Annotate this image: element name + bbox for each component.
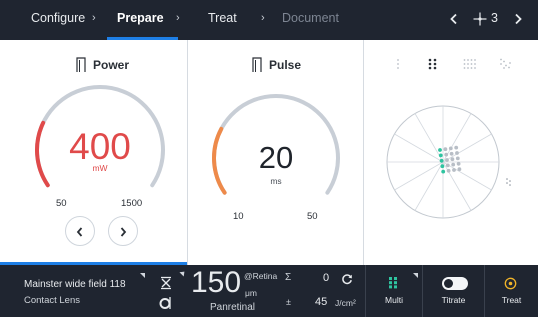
power-increment-button[interactable]: [108, 216, 138, 246]
direction-indicator-icon: [506, 178, 511, 186]
spot-size-icon: [161, 276, 171, 290]
nav-separator: ›: [176, 12, 180, 24]
titrate-label: Titrate: [441, 295, 466, 305]
laser-spot: [438, 148, 442, 152]
laser-spot: [439, 158, 444, 163]
laser-spot: [455, 156, 460, 161]
nav-step-prepare[interactable]: Prepare: [117, 0, 164, 37]
laser-spot: [448, 146, 453, 151]
multi-dot: [389, 285, 392, 289]
treatment-mode-label: Panretinal: [210, 302, 256, 313]
laser-spot: [454, 145, 459, 150]
laser-spot: [451, 162, 456, 167]
laser-spot: [438, 153, 443, 158]
multi-label: Multi: [385, 295, 403, 305]
lens-title: Mainster wide field 118: [24, 279, 126, 290]
pattern-panel[interactable]: [364, 40, 538, 265]
chevron-right-icon: [120, 227, 127, 237]
laser-spot: [450, 157, 455, 162]
nav-step-document[interactable]: Document: [282, 0, 339, 37]
multi-dot: [394, 285, 397, 289]
titrate-toggle[interactable]: Titrate: [423, 265, 484, 317]
laser-spot: [456, 161, 461, 166]
pulse-max-label: 50: [307, 211, 318, 222]
pulse-panel[interactable]: Pulse 20 ms 10 50: [188, 40, 363, 265]
titrate-switch-knob: [444, 279, 453, 288]
laser-spot: [446, 168, 451, 173]
laser-spot: [452, 168, 456, 172]
sum-symbol: Σ: [285, 272, 292, 283]
nav-separator: ›: [261, 12, 265, 24]
top-navigation-bar: Configure › Prepare › Treat › Document 3: [0, 0, 538, 40]
lens-subtitle: Contact Lens: [24, 295, 80, 306]
shot-count: 0: [323, 272, 330, 284]
crosshair-icon: [471, 0, 489, 37]
nav-step-treat[interactable]: Treat: [208, 0, 237, 37]
retina-target-icon[interactable]: [364, 40, 538, 265]
chevron-left-icon[interactable]: [446, 0, 462, 37]
pulse-unit: ms: [270, 176, 282, 186]
power-panel[interactable]: Power 400 mW 50 1500: [0, 40, 187, 265]
reset-icon[interactable]: [341, 273, 353, 285]
power-max-label: 1500: [121, 198, 143, 209]
chevron-right-icon[interactable]: [510, 0, 526, 37]
power-unit: mW: [92, 163, 108, 173]
laser-spot: [455, 151, 459, 155]
multi-menu-indicator: [413, 273, 418, 278]
power-value: 400: [69, 126, 131, 167]
laser-spot: [444, 152, 449, 157]
chevron-left-icon: [76, 227, 83, 237]
titrate-switch-track[interactable]: [442, 277, 468, 290]
multi-grid-icon: [389, 277, 397, 289]
laser-spot: [445, 163, 450, 168]
laser-spot: [440, 164, 445, 169]
position-value: 3: [491, 11, 498, 25]
power-decrement-button[interactable]: [65, 216, 95, 246]
nav-separator: ›: [92, 12, 96, 24]
spot-size-unit: μm: [245, 288, 257, 298]
spot-size-reference: @Retina: [244, 271, 278, 281]
spot-size-control[interactable]: 150 @Retina μm Panretinal: [150, 265, 280, 317]
treatment-counters: Σ 0 ± 45 J/cm²: [280, 265, 365, 317]
treat-label: Treat: [501, 295, 522, 305]
laser-spot: [445, 158, 449, 162]
pulse-min-label: 10: [233, 211, 244, 222]
energy-symbol: ±: [286, 297, 291, 307]
spot-size-indicator: [179, 269, 187, 277]
multi-dot: [389, 277, 392, 280]
laser-spot: [443, 147, 448, 152]
lens-selector[interactable]: Mainster wide field 118 Contact Lens: [0, 265, 150, 317]
lens-menu-indicator: [140, 273, 145, 278]
energy-unit: J/cm²: [335, 298, 356, 308]
multi-dot: [389, 281, 392, 285]
multi-dot: [394, 281, 397, 285]
multi-button[interactable]: Multi: [366, 265, 422, 317]
bottom-status-bar: Mainster wide field 118 Contact Lens 150…: [0, 265, 538, 317]
spot-size-value: 150: [191, 266, 242, 299]
nav-step-configure[interactable]: Configure: [31, 0, 85, 37]
treat-target-icon: [504, 277, 517, 290]
multi-dot: [394, 277, 397, 280]
pulse-value: 20: [258, 140, 294, 175]
treat-button[interactable]: Treat: [485, 265, 538, 317]
laser-spot: [449, 151, 454, 156]
spot-ring-icon: [159, 297, 171, 309]
energy-value: 45: [315, 296, 328, 308]
laser-spot: [457, 167, 462, 172]
power-min-label: 50: [56, 198, 67, 209]
spot-pattern: [438, 145, 462, 174]
laser-spot: [441, 169, 446, 174]
